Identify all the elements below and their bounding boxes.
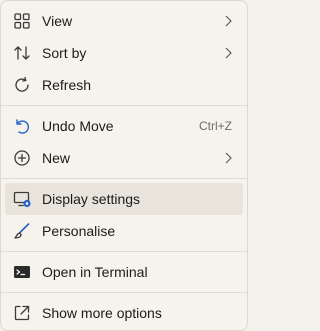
- brush-icon: [12, 221, 32, 241]
- menu-item-open-in-terminal[interactable]: Open in Terminal: [5, 256, 243, 288]
- chevron-right-icon: [223, 15, 233, 27]
- menu-item-label: Sort by: [42, 45, 87, 61]
- new-icon: [12, 148, 32, 168]
- menu-separator: [1, 251, 247, 252]
- menu-item-refresh[interactable]: Refresh: [5, 69, 243, 101]
- menu-item-label: Personalise: [42, 223, 116, 239]
- sort-icon: [12, 43, 32, 63]
- refresh-icon: [12, 75, 32, 95]
- menu-item-display-settings[interactable]: Display settings: [5, 183, 243, 215]
- display-settings-icon: [12, 189, 32, 209]
- menu-item-label: Open in Terminal: [42, 264, 148, 280]
- menu-separator: [1, 292, 247, 293]
- menu-separator: [1, 178, 247, 179]
- menu-separator: [1, 105, 247, 106]
- menu-item-label: Refresh: [42, 77, 92, 93]
- terminal-icon: [12, 262, 32, 282]
- chevron-right-icon: [223, 152, 233, 164]
- menu-item-label: New: [42, 150, 71, 166]
- shortcut-text: Ctrl+Z: [199, 119, 232, 133]
- menu-item-label: View: [42, 13, 73, 29]
- show-more-icon: [12, 303, 32, 323]
- view-icon: [12, 11, 32, 31]
- menu-item-personalise[interactable]: Personalise: [5, 215, 243, 247]
- menu-item-undo-move[interactable]: Undo Move Ctrl+Z: [5, 110, 243, 142]
- chevron-right-icon: [223, 47, 233, 59]
- menu-item-label: Show more options: [42, 305, 162, 321]
- menu-item-sort-by[interactable]: Sort by: [5, 37, 243, 69]
- menu-item-new[interactable]: New: [5, 142, 243, 174]
- undo-icon: [12, 116, 32, 136]
- menu-item-view[interactable]: View: [5, 5, 243, 37]
- context-menu: View Sort by Refresh Undo Move Ctrl+Z Ne…: [0, 0, 248, 331]
- menu-item-label: Undo Move: [42, 118, 114, 134]
- menu-item-label: Display settings: [42, 191, 141, 207]
- menu-item-show-more-options[interactable]: Show more options: [5, 297, 243, 329]
